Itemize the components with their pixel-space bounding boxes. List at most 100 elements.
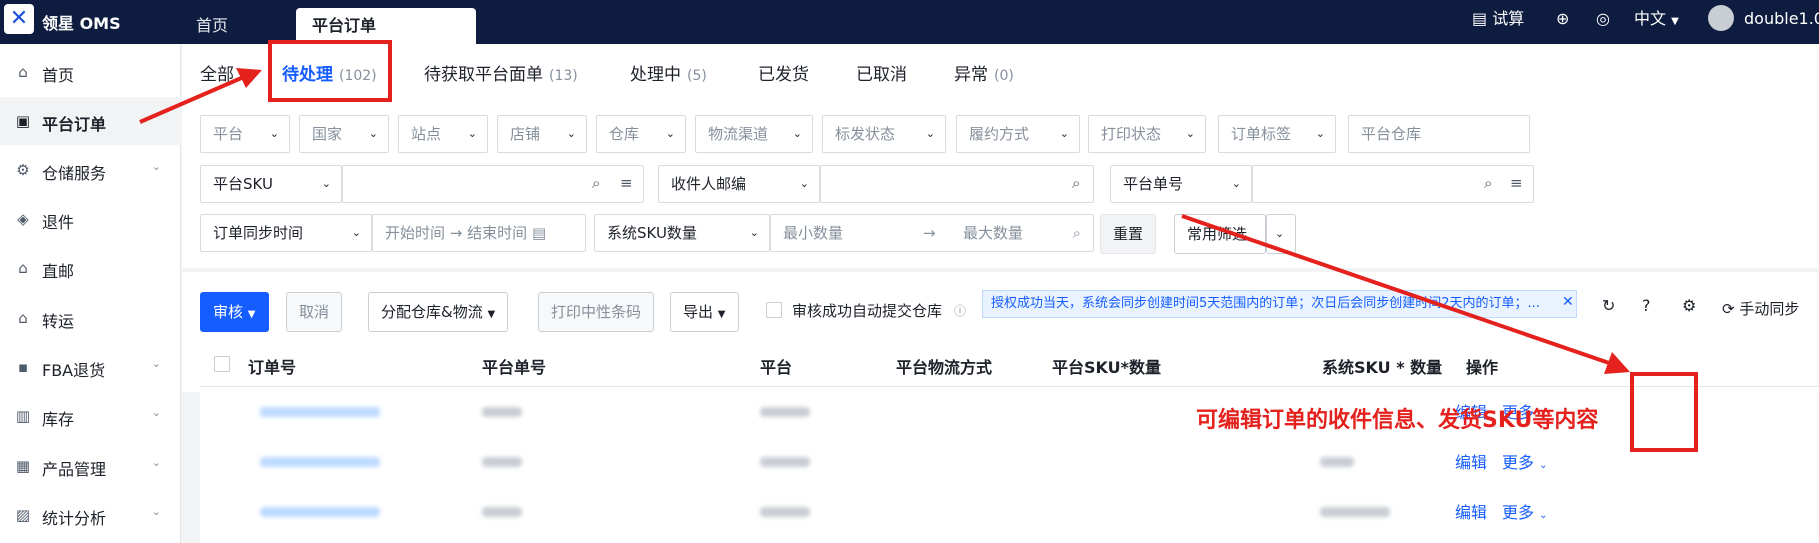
qty-range-input[interactable]: 最小数量 → 最大数量 ⌕ (770, 214, 1094, 252)
manual-sync-button[interactable]: ⟳ 手动同步 (1722, 298, 1799, 319)
platform-value (760, 457, 810, 467)
tab-cancelled[interactable]: 已取消 (856, 60, 907, 85)
filter-panel: 全部 待处理 (102) 待获取平台面单 (13) 处理中 (5) 已发货 已取消 异… (182, 44, 1819, 268)
chevron-down-icon[interactable]: ⌄ (1266, 214, 1296, 254)
sidebar-item-returns[interactable]: ◈ 退件 (0, 195, 181, 243)
mark-status-select[interactable]: 标发状态 ⌄ (822, 115, 946, 153)
reset-button[interactable]: 重置 (1100, 214, 1157, 254)
platform-sku-select[interactable]: 平台SKU ⌄ (200, 165, 342, 203)
chevron-down-icon: ▼ (1671, 16, 1679, 27)
sidebar-item-stats[interactable]: ▨ 统计分析 ⌄ (0, 491, 181, 539)
chevron-down-icon: ⌄ (321, 177, 331, 190)
highlight-box (268, 40, 392, 102)
fulfillment-select[interactable]: 履约方式 ⌄ (956, 115, 1080, 153)
divider (200, 386, 1819, 387)
auto-submit-checkbox[interactable] (766, 302, 782, 318)
more-link[interactable]: 更多 ⌄ (1502, 499, 1548, 523)
inventory-icon: ▥ (15, 407, 31, 425)
more-link[interactable]: 更多 ⌄ (1502, 449, 1548, 473)
tab-all[interactable]: 全部 (200, 60, 234, 85)
warehouse-select[interactable]: 仓库 ⌄ (596, 115, 686, 153)
settings-icon[interactable]: ⚙ (1682, 296, 1696, 315)
order-tag-select[interactable]: 订单标签 ⌄ (1218, 115, 1336, 153)
site-select[interactable]: 站点 ⌄ (398, 115, 488, 153)
print-status-select[interactable]: 打印状态 ⌄ (1088, 115, 1206, 153)
system-sku-qty-select[interactable]: 系统SKU数量 ⌄ (594, 214, 770, 252)
info-icon: ⓘ (954, 304, 967, 318)
platform-order-no-value (482, 507, 522, 517)
column-order-no: 订单号 (248, 358, 297, 377)
chevron-down-icon: ⌄ (151, 357, 161, 370)
chevron-down-icon: ⌄ (749, 226, 759, 239)
download-icon[interactable]: ⊕ (1556, 0, 1569, 38)
chevron-down-icon: ⌄ (151, 160, 161, 173)
sidebar-item-transfer[interactable]: ⌂ 转运 (0, 294, 181, 342)
batch-input-icon[interactable]: ≡ (620, 174, 633, 192)
chevron-down-icon: ⌄ (925, 127, 935, 140)
brand-name: 领星 OMS (42, 14, 121, 33)
review-button[interactable]: 审核 ▼ (200, 292, 269, 332)
chevron-down-icon: ⌄ (269, 127, 279, 140)
close-icon[interactable]: ✕ (1562, 294, 1574, 310)
select-all-checkbox[interactable] (214, 356, 230, 372)
chevron-down-icon: ⌄ (1231, 177, 1241, 190)
tab-platform-orders[interactable]: 平台订单 (296, 8, 476, 44)
product-icon: ▦ (15, 457, 31, 475)
sidebar-item-fba-returns[interactable]: ▪ FBA退货 ⌄ (0, 343, 181, 391)
trial-button[interactable]: ▤ 试算 (1472, 0, 1524, 38)
chevron-down-icon: ⌄ (799, 177, 809, 190)
recipient-zip-select[interactable]: 收件人邮编 ⌄ (658, 165, 820, 203)
warehouse-icon: ⚙ (16, 161, 30, 179)
assign-warehouse-logistics-button[interactable]: 分配仓库&物流 ▼ (368, 292, 509, 332)
platform-order-no-select[interactable]: 平台单号 ⌄ (1110, 165, 1252, 203)
chevron-down-icon: ⌄ (368, 127, 378, 140)
chevron-down-icon: ⌄ (151, 505, 161, 518)
platform-order-no-value (482, 407, 522, 417)
export-button[interactable]: 导出 ▼ (670, 292, 739, 332)
tab-shipped[interactable]: 已发货 (758, 60, 809, 85)
search-icon[interactable]: ⌕ (592, 174, 600, 192)
date-range-input[interactable]: 开始时间 → 结束时间 ▤ (372, 214, 586, 252)
user-name[interactable]: double1.0 (1744, 0, 1819, 38)
tab-processing[interactable]: 处理中 (5) (630, 60, 707, 85)
order-sync-time-select[interactable]: 订单同步时间 ⌄ (200, 214, 372, 252)
country-select[interactable]: 国家 ⌄ (299, 115, 389, 153)
avatar[interactable] (1708, 5, 1734, 31)
arrow-right-icon: → (923, 224, 936, 242)
sidebar-item-inventory[interactable]: ▥ 库存 ⌄ (0, 392, 181, 440)
tab-home[interactable]: 首页 (180, 8, 244, 44)
sidebar-item-products[interactable]: ▦ 产品管理 ⌄ (0, 442, 181, 490)
help-icon[interactable]: ? (1642, 296, 1651, 315)
sidebar-item-warehouse[interactable]: ⚙ 仓储服务 ⌄ (0, 146, 181, 194)
recipient-zip-input[interactable] (820, 165, 1094, 203)
language-select[interactable]: 中文 ▼ (1634, 0, 1679, 38)
order-no-value (260, 507, 380, 517)
logistics-channel-select[interactable]: 物流渠道 ⌄ (695, 115, 813, 153)
stats-icon: ▨ (15, 506, 31, 524)
print-neutral-barcode-button[interactable]: 打印中性条码 (538, 292, 655, 332)
sidebar: ⌂ 首页 ▣ 平台订单 ⚙ 仓储服务 ⌄ ◈ 退件 ⌂ 直邮 ⌂ 转运 ▪ FBA退货 ⌄ ▥ 库存… (0, 44, 181, 543)
fba-icon: ▪ (17, 358, 29, 376)
tab-exception[interactable]: 异常 (0) (954, 60, 1014, 85)
search-icon[interactable]: ⌕ (1072, 174, 1080, 192)
orders-table: 订单号 平台单号 平台 平台物流方式 平台SKU*数量 系统SKU * 数量 操… (200, 344, 1819, 543)
chevron-down-icon: ⌄ (1059, 127, 1069, 140)
store-select[interactable]: 店铺 ⌄ (497, 115, 587, 153)
cancel-button[interactable]: 取消 (286, 292, 343, 332)
batch-input-icon[interactable]: ≡ (1510, 174, 1523, 192)
common-filter-button[interactable]: 常用筛选 (1174, 214, 1266, 254)
settings-icon[interactable]: ◎ (1596, 0, 1610, 38)
sidebar-item-platform-orders[interactable]: ▣ 平台订单 (0, 97, 181, 145)
tab-awaiting-label[interactable]: 待获取平台面单 (13) (424, 60, 578, 85)
edit-link[interactable]: 编辑 (1455, 449, 1487, 473)
sidebar-item-direct-mail[interactable]: ⌂ 直邮 (0, 244, 181, 292)
return-icon: ◈ (17, 210, 29, 228)
order-no-value (260, 457, 380, 467)
search-icon[interactable]: ⌕ (1484, 174, 1492, 192)
refresh-icon[interactable]: ↻ (1602, 296, 1615, 315)
edit-link[interactable]: 编辑 (1455, 499, 1487, 523)
platform-select[interactable]: 平台 ⌄ (200, 115, 290, 153)
platform-warehouse-input[interactable]: 平台仓库 (1348, 115, 1530, 153)
sidebar-item-home[interactable]: ⌂ 首页 (0, 48, 181, 96)
highlight-box (1630, 372, 1698, 452)
